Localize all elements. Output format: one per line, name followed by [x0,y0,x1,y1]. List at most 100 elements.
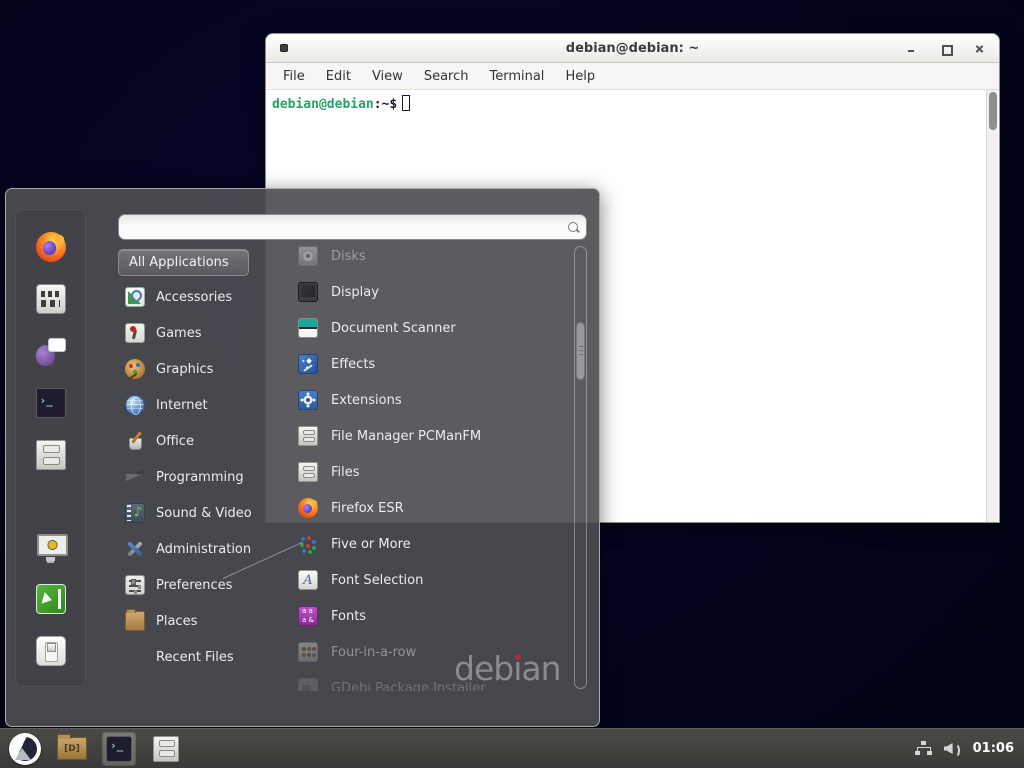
app-document-scanner[interactable]: Document Scanner [284,310,569,346]
menubar-item-file[interactable]: File [283,69,305,84]
network-icon[interactable] [915,741,932,756]
terminal-scrollbar[interactable] [986,90,998,522]
app-firefox-esr[interactable]: Firefox ESR [284,490,569,526]
session-shut-down[interactable] [36,636,66,666]
prompt-suffix: :~$ [374,97,397,112]
favorite-terminal[interactable] [36,388,66,418]
disks-icon [298,246,318,266]
maximize-button[interactable] [940,43,951,54]
app-extensions[interactable]: Extensions [284,382,569,418]
font-selection-icon [298,570,318,590]
firefox-icon [298,498,318,518]
session-log-out[interactable] [36,584,66,614]
menubar-item-edit[interactable]: Edit [326,69,351,84]
office-icon [125,431,145,451]
session-lock-screen[interactable] [36,532,66,562]
menubar-item-help[interactable]: Help [565,69,595,84]
favorites-panel [15,209,86,687]
menubar-item-view[interactable]: View [372,69,403,84]
software-icon [36,284,66,314]
gdebi-icon [298,678,318,691]
sound-video-icon [125,503,145,523]
app-five-or-more[interactable]: Five or More [284,526,569,562]
menu-scrollbar[interactable] [574,246,587,689]
preferences-icon [125,575,145,595]
accessories-icon [125,287,145,307]
volume-icon[interactable] [944,741,961,756]
app-file-manager-pcmanfm[interactable]: File Manager PCManFM [284,418,569,454]
display-icon [298,282,318,302]
extensions-icon [298,390,318,410]
category-administration[interactable]: Administration [118,531,278,567]
doc-scanner-icon [298,318,318,338]
desktop: debian@debian: ~ File Edit View Search T… [0,0,1024,768]
app-effects[interactable]: Effects [284,346,569,382]
cabinet-icon [298,426,318,446]
application-list: Disks Display Document Scanner Effects E… [284,238,569,691]
favorite-software[interactable] [36,284,66,314]
pidgin-icon [36,336,66,366]
menu-search-box [118,214,587,240]
session-buttons [36,532,66,666]
terminal-scrollbar-thumb[interactable] [989,92,997,130]
clock[interactable]: 01:06 [973,741,1014,756]
minimize-button[interactable] [906,43,917,54]
shutdown-icon [36,636,66,666]
app-four-in-a-row[interactable]: Four-in-a-row [284,634,569,670]
category-internet[interactable]: Internet [118,387,278,423]
administration-icon [125,539,145,559]
category-list: Accessories Games Graphics Internet Offi… [118,279,278,675]
menubar-item-search[interactable]: Search [424,69,469,84]
terminal-icon [106,736,132,762]
category-preferences[interactable]: Preferences [118,567,278,603]
games-icon [125,323,145,343]
firefox-icon [36,232,66,262]
taskbar-launcher-files-folder[interactable] [55,732,89,766]
menu-scrollbar-thumb[interactable] [576,322,585,380]
app-disks[interactable]: Disks [284,238,569,274]
application-menu: debian [5,188,600,727]
cabinet-icon [153,736,179,762]
search-icon [567,221,580,234]
cabinet-icon [36,440,66,470]
category-sound-video[interactable]: Sound & Video [118,495,278,531]
all-applications-button[interactable]: All Applications [118,249,249,276]
close-button[interactable] [974,43,985,54]
category-recent-files[interactable]: Recent Files [118,639,278,675]
four-in-a-row-icon [298,642,318,662]
prompt-user: debian@debian [272,97,374,112]
fonts-icon [298,606,318,626]
category-accessories[interactable]: Accessories [118,279,278,315]
app-files[interactable]: Files [284,454,569,490]
category-places[interactable]: Places [118,603,278,639]
menubar-item-terminal[interactable]: Terminal [489,69,544,84]
category-games[interactable]: Games [118,315,278,351]
search-input[interactable] [125,220,567,235]
app-font-selection[interactable]: Font Selection [284,562,569,598]
taskbar-launcher-file-manager[interactable] [149,732,183,766]
category-graphics[interactable]: Graphics [118,351,278,387]
lock-screen-icon [36,532,66,562]
category-programming[interactable]: Programming [118,459,278,495]
app-fonts[interactable]: Fonts [284,598,569,634]
taskbar: 01:06 [0,728,1024,768]
app-display[interactable]: Display [284,274,569,310]
menu-logo-icon [9,733,41,765]
cabinet-icon [298,462,318,482]
places-icon [125,611,145,631]
graphics-icon [125,359,145,379]
favorite-pidgin[interactable] [36,336,66,366]
category-office[interactable]: Office [118,423,278,459]
internet-icon [125,395,145,415]
five-or-more-icon [298,534,318,554]
app-gdebi-package-installer[interactable]: GDebi Package Installer [284,670,569,691]
menu-button[interactable] [8,732,42,766]
favorite-firefox[interactable] [36,232,66,262]
programming-icon [125,467,145,487]
terminal-titlebar[interactable]: debian@debian: ~ [266,34,999,63]
effects-icon [298,354,318,374]
terminal-cursor [402,95,410,111]
logout-icon [36,584,66,614]
favorite-files[interactable] [36,440,66,470]
taskbar-launcher-terminal[interactable] [102,732,136,766]
